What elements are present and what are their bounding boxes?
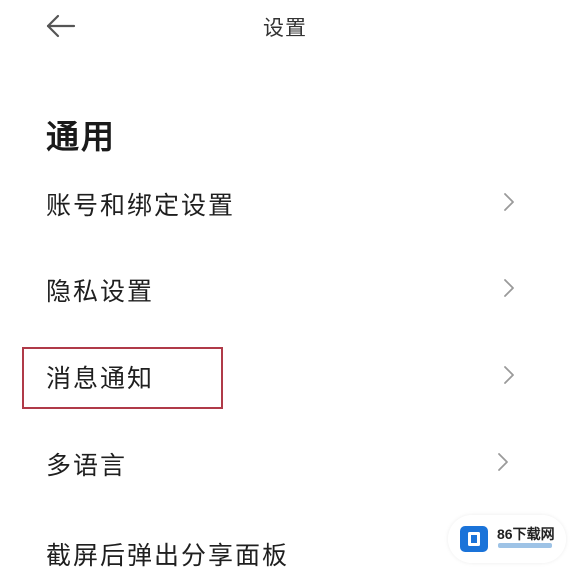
menu-item-label: 账号和绑定设置 [46,191,236,220]
page-title: 设置 [263,16,307,40]
menu-item-label: 隐私设置 [46,277,155,306]
menu-item-language[interactable]: 多语言 [0,432,570,492]
section-title-general: 通用 [46,117,116,156]
menu-item-label: 截屏后弹出分享面板 [46,541,290,570]
menu-item-privacy[interactable]: 隐私设置 [0,258,570,318]
watermark-subtext-bar [498,543,552,548]
chevron-right-icon [504,279,514,297]
top-app-bar: 设置 [0,0,570,56]
menu-item-label: 多语言 [46,451,128,480]
chevron-right-icon [504,366,514,384]
highlight-annotation-box [22,347,223,409]
watermark-86xiazai: 86下载网 [448,515,566,563]
menu-item-account-binding[interactable]: 账号和绑定设置 [0,172,570,232]
chevron-right-icon [498,453,508,471]
watermark-text: 86下载网 [497,526,555,542]
chevron-right-icon [504,193,514,211]
download-logo-icon [460,526,488,552]
